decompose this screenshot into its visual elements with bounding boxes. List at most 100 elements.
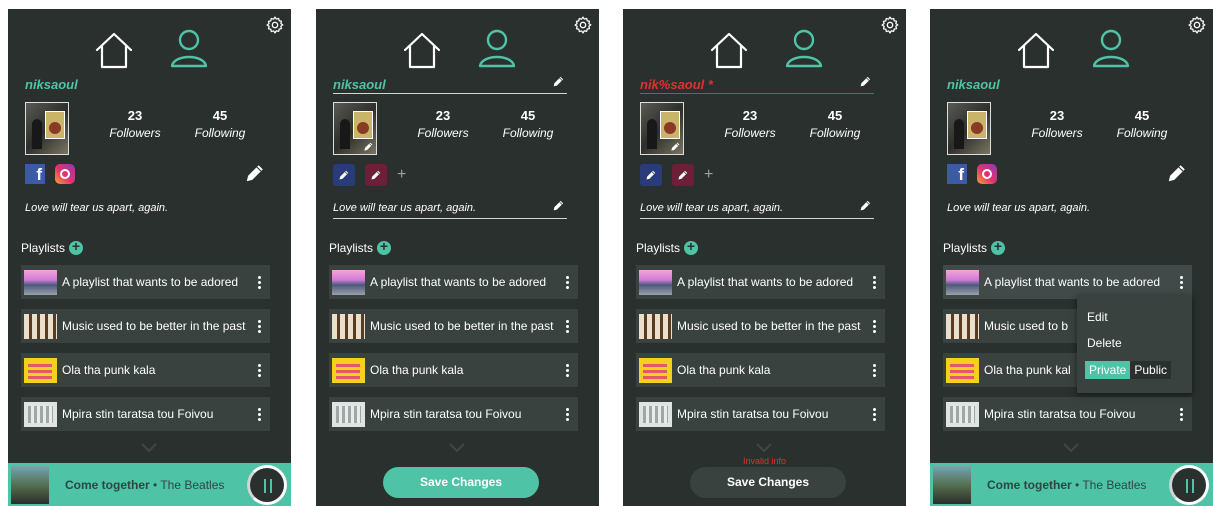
pause-button[interactable] bbox=[247, 464, 287, 505]
private-option[interactable]: Private bbox=[1085, 361, 1131, 379]
settings-gear-icon[interactable] bbox=[265, 15, 285, 35]
add-playlist-icon[interactable] bbox=[684, 238, 699, 255]
more-options-icon[interactable] bbox=[561, 319, 573, 333]
add-social-icon[interactable]: + bbox=[397, 164, 406, 184]
add-social-icon[interactable]: + bbox=[704, 164, 713, 184]
following-stat[interactable]: 45 Following bbox=[800, 108, 870, 140]
facebook-icon[interactable] bbox=[25, 164, 45, 185]
playlist-row[interactable]: A playlist that wants to be adored bbox=[329, 265, 578, 299]
profile-icon[interactable] bbox=[1090, 27, 1132, 69]
playlist-name: Mpira stin taratsa tou Foivou bbox=[677, 407, 829, 421]
profile-icon[interactable] bbox=[168, 27, 210, 69]
profile-icon[interactable] bbox=[783, 27, 825, 69]
followers-label: Followers bbox=[724, 126, 776, 140]
more-options-icon[interactable] bbox=[868, 407, 880, 421]
save-changes-button-disabled[interactable]: Save Changes bbox=[690, 467, 846, 498]
more-options-icon[interactable] bbox=[561, 275, 573, 289]
home-icon[interactable] bbox=[401, 29, 443, 71]
facebook-icon[interactable] bbox=[947, 164, 967, 185]
more-options-icon[interactable] bbox=[253, 275, 265, 289]
playlist-row[interactable]: Mpira stin taratsa tou Foivou bbox=[329, 397, 578, 431]
now-playing-bar[interactable]: Come together • The Beatles bbox=[8, 463, 291, 506]
menu-item-delete[interactable]: Delete bbox=[1087, 336, 1122, 350]
playlist-row[interactable]: Mpira stin taratsa tou Foivou bbox=[943, 397, 1192, 431]
edit-facebook-button[interactable] bbox=[640, 164, 662, 186]
instagram-icon[interactable] bbox=[55, 164, 75, 184]
playlists-title: Playlists bbox=[943, 241, 988, 255]
more-options-icon[interactable] bbox=[1175, 275, 1187, 289]
playlist-name: A playlist that wants to be adored bbox=[677, 275, 854, 289]
add-playlist-icon[interactable] bbox=[377, 238, 392, 255]
following-stat[interactable]: 45 Following bbox=[1107, 108, 1177, 140]
settings-gear-icon[interactable] bbox=[573, 15, 593, 35]
edit-profile-pencil-icon[interactable] bbox=[1166, 162, 1188, 184]
edit-bio-pencil-icon[interactable] bbox=[859, 199, 872, 212]
bio-text: Love will tear us apart, again. bbox=[25, 202, 169, 214]
save-changes-button[interactable]: Save Changes bbox=[383, 467, 539, 498]
playlist-row[interactable]: Mpira stin taratsa tou Foivou bbox=[21, 397, 270, 431]
playlist-cover bbox=[946, 269, 979, 295]
chevron-down-icon[interactable] bbox=[1063, 443, 1079, 453]
more-options-icon[interactable] bbox=[253, 319, 265, 333]
playlist-row[interactable]: A playlist that wants to be adored bbox=[21, 265, 270, 299]
more-options-icon[interactable] bbox=[868, 363, 880, 377]
add-playlist-icon[interactable] bbox=[991, 238, 1006, 255]
edit-username-pencil-icon[interactable] bbox=[859, 75, 872, 88]
settings-gear-icon[interactable] bbox=[880, 15, 900, 35]
playlist-row[interactable]: Ola tha punk kala bbox=[21, 353, 270, 387]
followers-stat[interactable]: 23 Followers bbox=[408, 108, 478, 140]
edit-profile-pencil-icon[interactable] bbox=[244, 162, 266, 184]
edit-instagram-button[interactable] bbox=[365, 164, 387, 186]
pause-button[interactable] bbox=[1169, 464, 1209, 505]
instagram-icon[interactable] bbox=[977, 164, 997, 184]
edit-avatar-pencil-icon[interactable] bbox=[363, 141, 374, 152]
edit-facebook-button[interactable] bbox=[333, 164, 355, 186]
edit-username-pencil-icon[interactable] bbox=[552, 75, 565, 88]
followers-stat[interactable]: 23 Followers bbox=[100, 108, 170, 140]
playlist-row[interactable]: Mpira stin taratsa tou Foivou bbox=[636, 397, 885, 431]
more-options-icon[interactable] bbox=[868, 275, 880, 289]
more-options-icon[interactable] bbox=[253, 407, 265, 421]
settings-gear-icon[interactable] bbox=[1187, 15, 1207, 35]
followers-stat[interactable]: 23 Followers bbox=[1022, 108, 1092, 140]
more-options-icon[interactable] bbox=[1175, 407, 1187, 421]
chevron-down-icon[interactable] bbox=[449, 443, 465, 453]
bio-input[interactable]: Love will tear us apart, again. bbox=[333, 202, 476, 214]
playlist-row-selected[interactable]: A playlist that wants to be adored bbox=[943, 265, 1192, 299]
playlist-name: Ola tha punk kala bbox=[62, 363, 156, 377]
chevron-down-icon[interactable] bbox=[141, 443, 157, 453]
playlist-cover bbox=[639, 357, 672, 383]
menu-item-edit[interactable]: Edit bbox=[1087, 310, 1108, 324]
playlist-row[interactable]: Music used to be better in the past bbox=[21, 309, 270, 343]
more-options-icon[interactable] bbox=[561, 363, 573, 377]
playlist-row[interactable]: Ola tha punk kala bbox=[636, 353, 885, 387]
playlist-row[interactable]: Ola tha punk kala bbox=[329, 353, 578, 387]
avatar[interactable] bbox=[640, 102, 684, 155]
more-options-icon[interactable] bbox=[561, 407, 573, 421]
playlists-title: Playlists bbox=[329, 241, 374, 255]
more-options-icon[interactable] bbox=[253, 363, 265, 377]
home-icon[interactable] bbox=[1015, 29, 1057, 71]
edit-bio-pencil-icon[interactable] bbox=[552, 199, 565, 212]
playlist-row[interactable]: Music used to be better in the past bbox=[636, 309, 885, 343]
following-stat[interactable]: 45 Following bbox=[185, 108, 255, 140]
avatar[interactable] bbox=[333, 102, 377, 155]
playlist-row[interactable]: A playlist that wants to be adored bbox=[636, 265, 885, 299]
bio-underline bbox=[640, 218, 874, 219]
followers-stat[interactable]: 23 Followers bbox=[715, 108, 785, 140]
now-playing-bar[interactable]: Come together • The Beatles bbox=[930, 463, 1213, 506]
username-input[interactable]: niksaoul bbox=[333, 77, 386, 92]
home-icon[interactable] bbox=[93, 29, 135, 71]
edit-avatar-pencil-icon[interactable] bbox=[670, 141, 681, 152]
home-icon[interactable] bbox=[708, 29, 750, 71]
bio-input[interactable]: Love will tear us apart, again. bbox=[640, 202, 783, 214]
playlist-row[interactable]: Music used to be better in the past bbox=[329, 309, 578, 343]
chevron-down-icon[interactable] bbox=[756, 443, 772, 453]
public-option[interactable]: Public bbox=[1130, 361, 1172, 379]
profile-icon[interactable] bbox=[476, 27, 518, 69]
edit-instagram-button[interactable] bbox=[672, 164, 694, 186]
username-input-invalid[interactable]: nik%saoul * bbox=[640, 77, 713, 92]
more-options-icon[interactable] bbox=[868, 319, 880, 333]
add-playlist-icon[interactable] bbox=[69, 238, 84, 255]
following-stat[interactable]: 45 Following bbox=[493, 108, 563, 140]
